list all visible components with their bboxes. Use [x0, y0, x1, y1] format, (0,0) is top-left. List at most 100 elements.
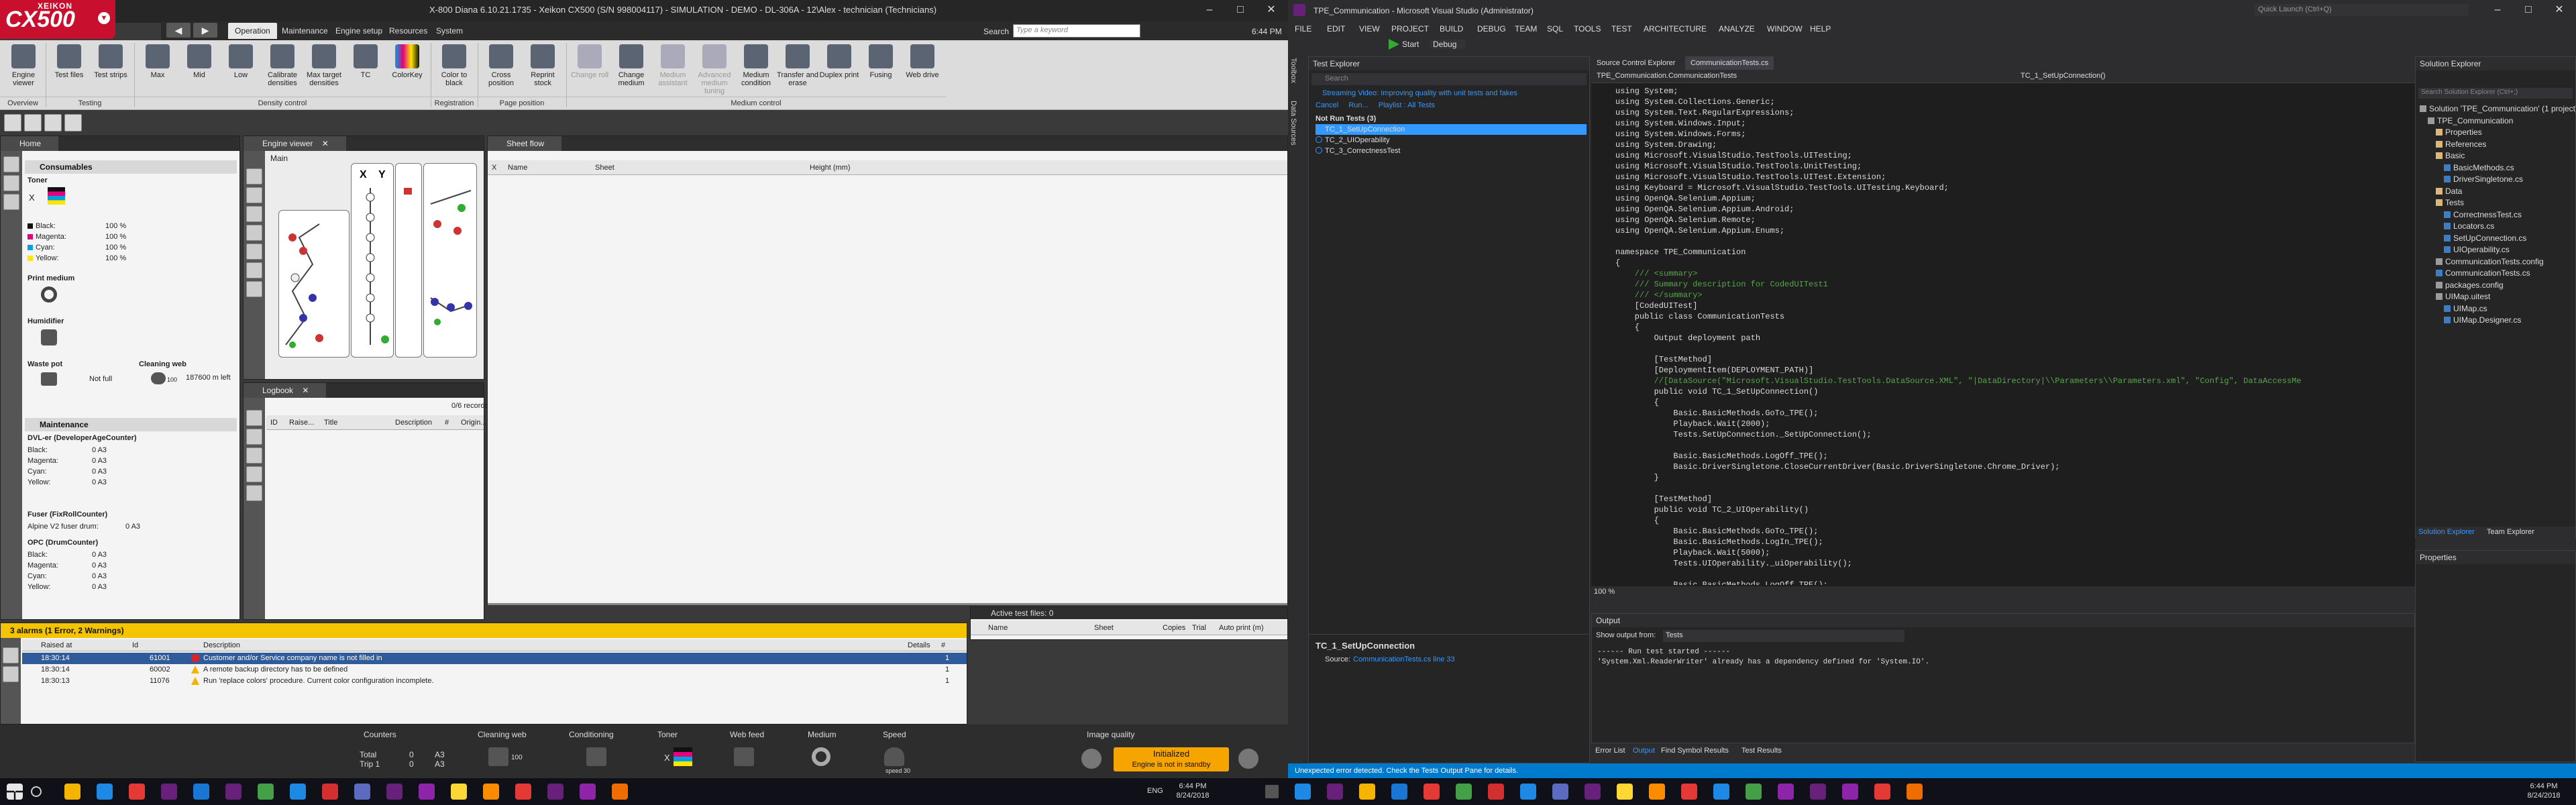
taskbar-app-icon[interactable] [322, 784, 338, 800]
taskbar-app-icon[interactable] [547, 784, 564, 800]
maximize-button[interactable]: □ [1225, 0, 1256, 20]
unwinder-module[interactable] [278, 210, 350, 358]
taskbar-app-icon[interactable] [290, 784, 306, 800]
test-item[interactable]: TC_2_UIOperability [1316, 135, 1390, 146]
rewinder-module[interactable] [423, 163, 477, 358]
col-auto-print[interactable]: Auto print (m) [1219, 621, 1264, 635]
solution-item[interactable]: SetUpConnection.cs [2444, 233, 2526, 243]
test-search-input[interactable]: Search [1311, 73, 1587, 85]
vs-close-button[interactable]: ✕ [2544, 0, 2575, 20]
taskbar-app-icon[interactable] [1649, 784, 1665, 800]
not-run-group[interactable]: Not Run Tests (3) [1316, 115, 1376, 123]
taskbar-app-icon[interactable] [419, 784, 435, 800]
col-alarm-desc[interactable]: Description [203, 639, 240, 651]
output-source-select[interactable]: Tests [1663, 630, 1904, 642]
forward-button[interactable]: ▶ [193, 23, 217, 38]
chevron-down-icon[interactable]: ▼ [98, 12, 110, 24]
tc-button[interactable]: TC [345, 43, 386, 94]
print-engine-module[interactable]: X Y [351, 163, 394, 358]
medium-condition-button[interactable]: Medium condition [735, 43, 777, 94]
taskbar-app-icon[interactable] [193, 784, 209, 800]
solution-item[interactable]: Solution 'TPE_Communication' (1 project) [2420, 104, 2576, 113]
toolbox-tab[interactable]: Toolbox [1289, 58, 1297, 83]
duplex-print-button[interactable]: Duplex print [818, 43, 860, 94]
col-details[interactable]: Details [908, 639, 930, 651]
tab-test-results[interactable]: Test Results [1741, 747, 1782, 755]
taskbar-app-icon[interactable] [580, 784, 596, 800]
taskbar-app-icon[interactable] [1552, 784, 1568, 800]
notification-icon[interactable] [1265, 785, 1279, 798]
alarm-ack-button[interactable] [3, 647, 19, 663]
vs-minimize-button[interactable]: – [2482, 0, 2513, 20]
solution-item[interactable]: References [2436, 140, 2486, 149]
menu-analyze[interactable]: ANALYZE [1719, 24, 1755, 34]
solution-item[interactable]: Data [2436, 186, 2462, 196]
test-strips-button[interactable]: Test strips [90, 43, 131, 94]
transfer-erase-button[interactable]: Transfer and erase [777, 43, 818, 94]
taskbar-app-icon[interactable] [1810, 784, 1826, 800]
tab-find-symbol[interactable]: Find Symbol Results [1661, 747, 1729, 755]
data-sources-tab[interactable]: Data Sources [1289, 101, 1297, 146]
test-item[interactable]: TC_1_SetUpConnection [1316, 124, 1405, 135]
stop-icon[interactable] [1238, 749, 1258, 769]
col-id[interactable]: ID [270, 415, 278, 430]
engine-viewer-button[interactable]: Engine viewer [3, 43, 44, 94]
taskbar-app-icon[interactable] [1778, 784, 1794, 800]
reset-button[interactable] [246, 281, 262, 297]
reprint-stock-button[interactable]: Reprint stock [522, 43, 564, 94]
col-height[interactable]: Height (mm) [810, 160, 851, 175]
menu-test[interactable]: TEST [1611, 24, 1632, 34]
settings-quick-button[interactable] [64, 114, 82, 131]
solution-item[interactable]: CommunicationTests.cs [2436, 268, 2530, 278]
tab-maintenance[interactable]: Maintenance [275, 23, 335, 39]
xeikon-logo[interactable]: XEIKON CX500 ▼ [0, 0, 115, 39]
web-drive-button[interactable]: Web drive [902, 43, 943, 94]
streaming-video-link[interactable]: Streaming Video: Improving quality with … [1322, 89, 1517, 97]
col-file-sheet[interactable]: Sheet [1094, 621, 1114, 635]
tab-home[interactable]: Home [1, 136, 59, 151]
code-editor[interactable]: Source Control Explorer CommunicationTes… [1591, 56, 2415, 598]
taskbar-app-icon[interactable] [1585, 784, 1601, 800]
nav-class-dropdown[interactable]: TPE_Communication.CommunicationTests [1597, 72, 1737, 80]
play-icon[interactable] [1081, 749, 1102, 769]
solution-item[interactable]: packages.config [2436, 280, 2504, 290]
solution-item[interactable]: UIOperability.cs [2444, 245, 2510, 254]
consumables-header[interactable]: Consumables [25, 160, 237, 174]
taskbar-app-icon[interactable] [483, 784, 499, 800]
fuser-module[interactable] [395, 163, 422, 358]
rotate-button[interactable] [246, 262, 262, 278]
save-quick-button[interactable] [24, 114, 42, 131]
solution-item[interactable]: Tests [2436, 198, 2464, 207]
playlist-link[interactable]: Playlist : All Tests [1379, 101, 1435, 109]
menu-edit[interactable]: EDIT [1327, 24, 1345, 34]
zoom-in-button[interactable] [246, 168, 262, 184]
taskbar-app-icon[interactable] [1617, 784, 1633, 800]
alarm-lock-button[interactable] [3, 666, 19, 682]
taskbar-app-icon[interactable] [1424, 784, 1440, 800]
taskbar-date-left[interactable]: 8/24/2018 [1173, 792, 1213, 800]
menu-help[interactable]: HELP [1810, 24, 1831, 34]
taskbar-app-icon[interactable] [1520, 784, 1536, 800]
menu-architecture[interactable]: ARCHITECTURE [1644, 24, 1707, 34]
solution-item[interactable]: TPE_Communication [2428, 116, 2513, 125]
tab-system[interactable]: System [429, 23, 470, 39]
menu-tools[interactable]: TOOLS [1574, 24, 1601, 34]
taskbar-app-icon[interactable] [515, 784, 531, 800]
tab-source-control[interactable]: Source Control Explorer [1591, 56, 1680, 70]
taskbar-app-icon[interactable] [1456, 784, 1472, 800]
menu-team[interactable]: TEAM [1515, 24, 1537, 34]
solution-item[interactable]: UIMap.uitest [2436, 292, 2490, 301]
close-icon[interactable]: ✕ [322, 139, 329, 148]
solution-item[interactable]: UIMap.cs [2444, 304, 2487, 313]
test-files-button[interactable]: Test files [48, 43, 90, 94]
logbook-print-button[interactable] [246, 485, 262, 501]
calibrate-densities-button[interactable]: Calibrate densities [262, 43, 303, 94]
nav-member-dropdown[interactable]: TC_1_SetUpConnection() [2021, 72, 2106, 80]
col-sheet[interactable]: Sheet [595, 160, 614, 175]
taskbar-app-icon[interactable] [1907, 784, 1923, 800]
change-roll-button[interactable]: Change roll [569, 43, 610, 94]
solution-item[interactable]: Basic [2436, 151, 2465, 160]
tab-operation[interactable]: Operation [228, 23, 277, 39]
back-button[interactable]: ◀ [166, 23, 191, 38]
tab-output[interactable]: Output [1633, 747, 1655, 755]
